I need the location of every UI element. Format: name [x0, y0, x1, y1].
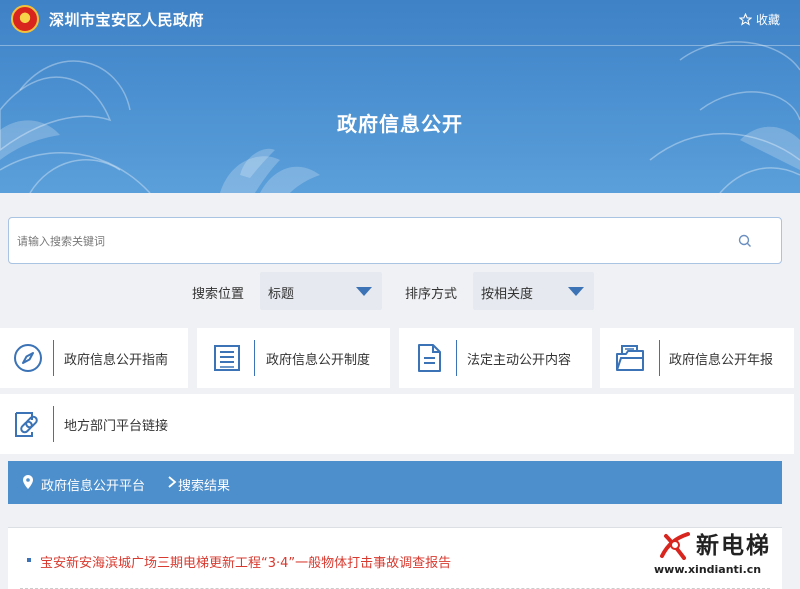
tile-disclosure-system[interactable]: 政府信息公开制度: [197, 328, 390, 388]
brand-logo-icon: [660, 532, 690, 560]
tile-label: 政府信息公开制度: [266, 353, 371, 368]
search-input[interactable]: [17, 230, 717, 252]
tile-label: 政府信息公开年报: [669, 353, 774, 368]
sort-select[interactable]: 按相关度: [473, 272, 594, 310]
tile-annual-report[interactable]: 政府信息公开年报: [600, 328, 794, 388]
page-title: 政府信息公开: [337, 112, 463, 136]
national-emblem-logo: [11, 5, 39, 33]
tile-label: 地方部门平台链接: [64, 419, 169, 434]
tile-divider: [659, 340, 660, 376]
search-position-label: 搜索位置: [192, 287, 245, 302]
search-icon[interactable]: [737, 233, 753, 249]
watermark: 新电梯 www.xindianti.cn: [652, 524, 798, 584]
compass-icon: [14, 344, 42, 372]
sort-value: 按相关度: [481, 287, 534, 302]
document-icon: [418, 344, 441, 372]
favorite-label: 收藏: [755, 13, 780, 27]
header-banner: 深圳市宝安区人民政府 收藏 政府信息公开: [0, 0, 800, 193]
sort-label: 排序方式: [405, 287, 458, 302]
chevron-right-icon: [168, 476, 177, 488]
bullet-icon: [27, 558, 31, 562]
tile-label: 政府信息公开指南: [64, 353, 169, 368]
tile-divider: [53, 406, 54, 442]
tile-divider: [254, 340, 255, 376]
chevron-down-icon: [356, 287, 372, 296]
top-bar: 深圳市宝安区人民政府 收藏: [0, 0, 800, 46]
site-title[interactable]: 深圳市宝安区人民政府: [49, 9, 204, 30]
search-box: [8, 217, 782, 264]
breadcrumb: 政府信息公开平台 搜索结果: [8, 461, 782, 504]
tile-label: 法定主动公开内容: [467, 353, 572, 368]
star-icon: [738, 13, 752, 26]
breadcrumb-root[interactable]: 政府信息公开平台: [41, 475, 145, 494]
watermark-url: www.xindianti.cn: [654, 563, 762, 576]
result-link[interactable]: 宝安新安海滨城广场三期电梯更新工程“3·4”一般物体打击事故调查报告: [40, 552, 451, 571]
breadcrumb-current: 搜索结果: [178, 479, 231, 494]
link-icon: [15, 412, 38, 437]
tile-statutory-content[interactable]: 法定主动公开内容: [399, 328, 592, 388]
favorite-button[interactable]: 收藏: [738, 11, 780, 28]
search-position-value: 标题: [268, 287, 295, 302]
tile-department-links[interactable]: 地方部门平台链接: [0, 394, 794, 454]
search-position-select[interactable]: 标题: [260, 272, 382, 310]
watermark-brand: 新电梯: [696, 533, 771, 559]
tile-disclosure-guide[interactable]: 政府信息公开指南: [0, 328, 188, 388]
location-pin-icon: [23, 475, 33, 489]
folder-icon: [616, 345, 644, 371]
list-document-icon: [214, 345, 240, 371]
tile-divider: [53, 340, 54, 376]
chevron-down-icon: [568, 287, 584, 296]
tile-divider: [456, 340, 457, 376]
